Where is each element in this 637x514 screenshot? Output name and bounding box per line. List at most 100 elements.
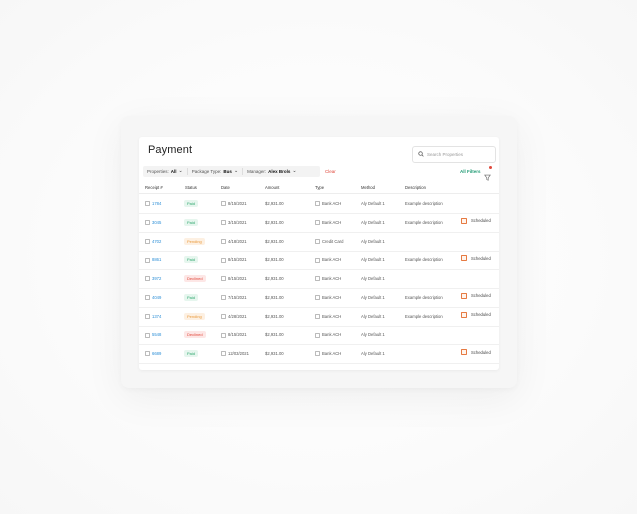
receipt-link[interactable]: 3972 [152, 276, 161, 281]
all-filters-button[interactable]: All Filters [460, 169, 481, 174]
scheduled-indicator[interactable]: Scheduled [461, 217, 491, 224]
page-title: Payment [148, 144, 193, 156]
scheduled-label: Scheduled [471, 312, 491, 317]
filter-properties[interactable]: Properties: All ⌄ [143, 166, 187, 177]
status-badge: Pending [184, 312, 205, 320]
document-icon [145, 220, 150, 226]
receipt-link[interactable]: 5548 [152, 332, 161, 337]
scheduled-indicator[interactable]: Scheduled [461, 292, 491, 299]
column-header-description[interactable]: Description [405, 185, 426, 190]
column-header-amount[interactable]: Amount [265, 185, 279, 190]
filter-value: Alex Brols [268, 169, 291, 174]
description-cell: Example description [405, 201, 443, 206]
scheduled-label: Scheduled [471, 293, 491, 299]
description-cell: Example description [405, 313, 443, 319]
receipt-link[interactable]: 4702 [152, 239, 161, 244]
method-cell: Aly Default 1 [361, 351, 385, 356]
status-badge: Paid [184, 350, 199, 357]
description-cell: Example description [405, 257, 443, 263]
column-header-receipt[interactable]: Receipt # [145, 185, 163, 190]
type-cell: Bank ACH [315, 201, 341, 207]
calendar-icon [461, 217, 467, 224]
date-cell: 8/15/2021 [221, 257, 247, 263]
receipt-link[interactable]: 6689 [152, 351, 161, 356]
notification-dot [489, 166, 492, 169]
filter-package-type[interactable]: Package Type: Bus ⌄ [188, 166, 242, 177]
type-value: Bank ACH [322, 313, 342, 319]
receipt-link[interactable]: 8861 [152, 257, 161, 262]
amount-cell: $2,931.00 [265, 219, 284, 225]
receipt-link[interactable]: 3045 [152, 220, 161, 225]
receipt-link[interactable]: 1374 [152, 314, 161, 319]
payment-type-icon [315, 332, 320, 338]
search-input[interactable] [427, 148, 491, 160]
receipt-cell: 4702 [145, 239, 161, 244]
table-row[interactable]: 3972 Declined 8/15/2021 $2,931.00 Bank ACH Al… [139, 269, 499, 289]
scheduled-label: Scheduled [471, 349, 491, 355]
table-row[interactable]: 4702 Pending 4/18/2021 $2,931.00 Credit Card… [139, 232, 499, 252]
receipt-cell: 1784 [145, 201, 161, 207]
date-value: 8/15/2021 [228, 201, 247, 206]
table-row[interactable]: 1784 Paid 8/15/2021 $2,931.00 Bank ACH Aly De… [139, 194, 499, 214]
amount-cell: $2,931.00 [265, 294, 284, 300]
table-row[interactable]: 1374 Pending 4/28/2021 $2,931.00 Bank ACH Aly… [139, 307, 499, 327]
chevron-down-icon: ⌄ [233, 168, 239, 174]
date-value: 8/15/2021 [228, 257, 247, 263]
chevron-down-icon: ⌄ [292, 168, 297, 174]
scheduled-indicator[interactable]: Scheduled [461, 255, 491, 262]
scheduled-label: Scheduled [471, 218, 491, 224]
calendar-icon [221, 295, 226, 301]
status-badge: Paid [184, 218, 199, 226]
table-row[interactable]: 3045 Paid 3/15/2021 $2,931.00 Bank ACH Aly De… [139, 213, 499, 233]
filter-label: Manager: [247, 169, 267, 174]
type-cell: Credit Card [315, 239, 343, 244]
column-header-type[interactable]: Type [315, 185, 324, 190]
receipt-cell: 3972 [145, 276, 161, 282]
receipt-cell: 1374 [145, 314, 161, 319]
document-icon [145, 257, 150, 263]
column-header-status[interactable]: Status [185, 185, 197, 190]
payment-type-icon [315, 276, 320, 282]
receipt-cell: 4049 [145, 295, 161, 301]
status-badge: Paid [184, 293, 199, 301]
document-icon [145, 295, 150, 301]
receipt-cell: 5548 [145, 332, 161, 338]
search-box[interactable] [412, 146, 496, 163]
status-badge: Paid [184, 256, 199, 264]
receipt-link[interactable]: 4049 [152, 295, 161, 300]
status-badge: Declined [184, 275, 206, 282]
amount-cell: $2,931.00 [265, 201, 284, 206]
scheduled-indicator[interactable]: Scheduled [461, 349, 491, 355]
payment-type-icon [315, 313, 320, 319]
type-value: Credit Card [322, 238, 344, 244]
filter-manager[interactable]: Manager: Alex Brols ⌄ [243, 166, 300, 177]
method-cell: Aly Default 1 [361, 313, 385, 319]
date-value: 3/15/2021 [228, 219, 247, 225]
filter-funnel-icon[interactable] [484, 166, 492, 181]
scheduled-indicator[interactable]: Scheduled [461, 311, 491, 318]
date-cell: 4/18/2021 [221, 239, 247, 244]
payment-type-icon [315, 220, 320, 226]
table-row[interactable]: 8861 Paid 8/15/2021 $2,931.00 Bank ACH Aly De… [139, 250, 499, 271]
clear-filters-button[interactable]: Clear [325, 169, 336, 174]
calendar-icon [461, 311, 467, 318]
receipt-link[interactable]: 1784 [152, 201, 161, 206]
table-header: Receipt # Status Date Amount Type Method… [139, 183, 499, 194]
column-header-method[interactable]: Method [361, 185, 375, 190]
date-value: 8/15/2021 [228, 276, 247, 281]
calendar-icon [221, 220, 226, 226]
description-cell: Example description [405, 294, 443, 300]
type-cell: Bank ACH [315, 257, 341, 263]
calendar-icon [461, 255, 467, 262]
table-row[interactable]: 4049 Paid 7/15/2021 $2,931.00 Bank ACH Aly De… [139, 288, 499, 308]
amount-cell: $2,931.00 [265, 238, 284, 244]
scheduled-label: Scheduled [471, 255, 491, 261]
method-cell: Aly Default 1 [361, 257, 385, 263]
table-row[interactable]: 6689 Paid 12/03/2021 $2,931.00 Bank ACH Aly D… [139, 344, 499, 364]
calendar-icon [221, 276, 226, 282]
payment-type-icon [315, 351, 320, 357]
column-header-date[interactable]: Date [221, 185, 230, 190]
date-cell: 7/15/2021 [221, 295, 247, 301]
table-row[interactable]: 5548 Declined 8/15/2021 $2,931.00 Bank ACH Al… [139, 325, 499, 346]
method-cell: Aly Default 1 [361, 238, 385, 244]
